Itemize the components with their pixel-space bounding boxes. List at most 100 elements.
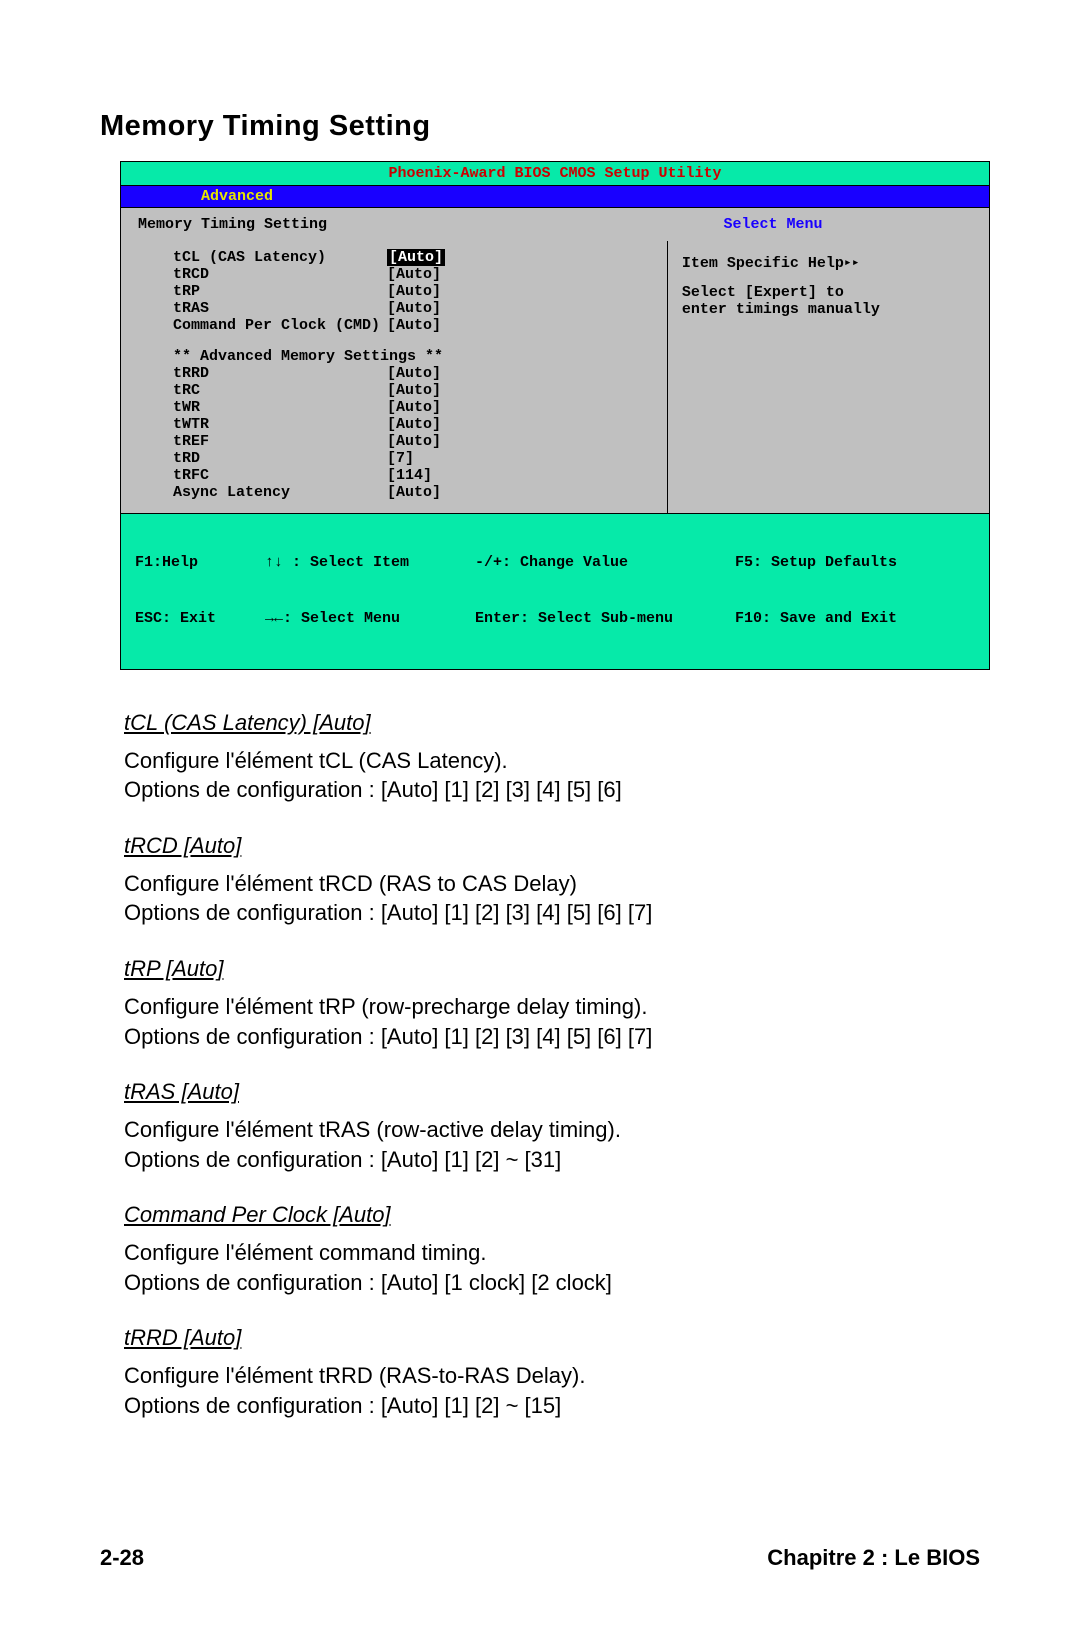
desc-line: Options de configuration : [Auto] [1] [2… xyxy=(124,898,956,928)
bios-settings-pane: tCL (CAS Latency) [Auto] tRCD [Auto] tRP… xyxy=(121,241,668,513)
setting-label: tRC xyxy=(137,382,387,399)
advanced-settings-header: ** Advanced Memory Settings ** xyxy=(137,348,657,365)
descriptions: tCL (CAS Latency) [Auto] Configure l'élé… xyxy=(100,708,980,1420)
desc-body: Configure l'élément command timing. Opti… xyxy=(124,1238,956,1297)
bios-subtitle: Memory Timing Setting xyxy=(137,216,667,233)
desc-body: Configure l'élément tRP (row-precharge d… xyxy=(124,992,956,1051)
desc-body: Configure l'élément tRCD (RAS to CAS Del… xyxy=(124,869,956,928)
desc-item: tRCD [Auto] Configure l'élément tRCD (RA… xyxy=(124,831,956,928)
setting-value[interactable]: [Auto] xyxy=(387,382,441,399)
desc-line: Options de configuration : [Auto] [1] [2… xyxy=(124,775,956,805)
footer-f1: F1:Help xyxy=(135,554,265,573)
setting-value[interactable]: [Auto] xyxy=(387,399,441,416)
desc-item: tRAS [Auto] Configure l'élément tRAS (ro… xyxy=(124,1077,956,1174)
desc-line: Options de configuration : [Auto] [1] [2… xyxy=(124,1145,956,1175)
footer-f5: F5: Setup Defaults xyxy=(735,554,975,573)
setting-value[interactable]: [Auto] xyxy=(387,317,441,334)
footer-select-menu: →←: Select Menu xyxy=(265,610,475,629)
desc-item: tRRD [Auto] Configure l'élément tRRD (RA… xyxy=(124,1323,956,1420)
setting-row[interactable]: tRFC [114] xyxy=(137,467,657,484)
bios-body: Memory Timing Setting Select Menu tCL (C… xyxy=(121,208,989,513)
page-footer: 2-28 Chapitre 2 : Le BIOS xyxy=(100,1545,980,1571)
footer-select-item: ↑↓ : Select Item xyxy=(265,554,475,573)
desc-item: Command Per Clock [Auto] Configure l'élé… xyxy=(124,1200,956,1297)
setting-value[interactable]: [Auto] xyxy=(387,433,441,450)
setting-row[interactable]: tRAS [Auto] xyxy=(137,300,657,317)
setting-label: tREF xyxy=(137,433,387,450)
desc-heading: tCL (CAS Latency) [Auto] xyxy=(124,708,956,738)
help-line-2: enter timings manually xyxy=(682,301,979,318)
setting-row[interactable]: tRP [Auto] xyxy=(137,283,657,300)
footer-enter: Enter: Select Sub-menu xyxy=(475,610,735,629)
bios-tabbar: Advanced xyxy=(121,186,989,208)
setting-row[interactable]: Command Per Clock (CMD) [Auto] xyxy=(137,317,657,334)
setting-label: tRP xyxy=(137,283,387,300)
footer-esc: ESC: Exit xyxy=(135,610,265,629)
page-number: 2-28 xyxy=(100,1545,144,1571)
setting-label: tCL (CAS Latency) xyxy=(137,249,387,266)
footer-f10: F10: Save and Exit xyxy=(735,610,975,629)
desc-heading: Command Per Clock [Auto] xyxy=(124,1200,956,1230)
setting-label: tWR xyxy=(137,399,387,416)
setting-value[interactable]: [Auto] xyxy=(387,365,441,382)
setting-value[interactable]: [Auto] xyxy=(387,266,441,283)
desc-line: Configure l'élément tRAS (row-active del… xyxy=(124,1115,956,1145)
setting-label: Command Per Clock (CMD) xyxy=(137,317,387,334)
desc-heading: tRAS [Auto] xyxy=(124,1077,956,1107)
setting-label: tRRD xyxy=(137,365,387,382)
setting-label: tWTR xyxy=(137,416,387,433)
desc-item: tRP [Auto] Configure l'élément tRP (row-… xyxy=(124,954,956,1051)
desc-line: Configure l'élément tRP (row-precharge d… xyxy=(124,992,956,1022)
desc-item: tCL (CAS Latency) [Auto] Configure l'élé… xyxy=(124,708,956,805)
desc-line: Configure l'élément tRCD (RAS to CAS Del… xyxy=(124,869,956,899)
setting-value[interactable]: [Auto] xyxy=(387,300,441,317)
chapter-label: Chapitre 2 : Le BIOS xyxy=(767,1545,980,1571)
page: Memory Timing Setting Phoenix-Award BIOS… xyxy=(0,0,1080,1627)
setting-label: tRCD xyxy=(137,266,387,283)
setting-value[interactable]: [Auto] xyxy=(387,249,445,266)
help-text: Select [Expert] to enter timings manuall… xyxy=(682,284,979,318)
desc-line: Options de configuration : [Auto] [1] [2… xyxy=(124,1022,956,1052)
setting-value[interactable]: [114] xyxy=(387,467,432,484)
desc-heading: tRCD [Auto] xyxy=(124,831,956,861)
bios-box: Phoenix-Award BIOS CMOS Setup Utility Ad… xyxy=(120,161,990,670)
desc-heading: tRP [Auto] xyxy=(124,954,956,984)
bios-header: Phoenix-Award BIOS CMOS Setup Utility xyxy=(121,162,989,186)
setting-value[interactable]: [7] xyxy=(387,450,414,467)
bios-footer: F1:Help ↑↓ : Select Item -/+: Change Val… xyxy=(121,513,989,669)
setting-label: tRAS xyxy=(137,300,387,317)
bios-help-pane: Item Specific Help▸▸ Select [Expert] to … xyxy=(668,241,989,513)
setting-row[interactable]: Async Latency [Auto] xyxy=(137,484,657,501)
bios-tab-advanced[interactable]: Advanced xyxy=(201,188,273,205)
setting-row[interactable]: tRCD [Auto] xyxy=(137,266,657,283)
setting-value[interactable]: [Auto] xyxy=(387,416,441,433)
help-title: Item Specific Help▸▸ xyxy=(682,255,979,272)
setting-row[interactable]: tRRD [Auto] xyxy=(137,365,657,382)
desc-line: Options de configuration : [Auto] [1] [2… xyxy=(124,1391,956,1421)
setting-row[interactable]: tREF [Auto] xyxy=(137,433,657,450)
right-arrows-icon: ▸▸ xyxy=(844,255,860,270)
footer-change-value: -/+: Change Value xyxy=(475,554,735,573)
desc-line: Configure l'élément tRRD (RAS-to-RAS Del… xyxy=(124,1361,956,1391)
bios-select-menu-label: Select Menu xyxy=(667,216,979,233)
desc-line: Options de configuration : [Auto] [1 clo… xyxy=(124,1268,956,1298)
help-title-text: Item Specific Help xyxy=(682,255,844,272)
setting-row[interactable]: tRC [Auto] xyxy=(137,382,657,399)
setting-row[interactable]: tWTR [Auto] xyxy=(137,416,657,433)
setting-row[interactable]: tWR [Auto] xyxy=(137,399,657,416)
desc-body: Configure l'élément tRRD (RAS-to-RAS Del… xyxy=(124,1361,956,1420)
setting-value[interactable]: [Auto] xyxy=(387,484,441,501)
setting-row[interactable]: tCL (CAS Latency) [Auto] xyxy=(137,249,657,266)
setting-value[interactable]: [Auto] xyxy=(387,283,441,300)
page-title: Memory Timing Setting xyxy=(100,110,980,143)
setting-label: tRFC xyxy=(137,467,387,484)
desc-line: Configure l'élément command timing. xyxy=(124,1238,956,1268)
desc-body: Configure l'élément tRAS (row-active del… xyxy=(124,1115,956,1174)
setting-label: tRD xyxy=(137,450,387,467)
desc-heading: tRRD [Auto] xyxy=(124,1323,956,1353)
desc-line: Configure l'élément tCL (CAS Latency). xyxy=(124,746,956,776)
setting-label: Async Latency xyxy=(137,484,387,501)
setting-row[interactable]: tRD [7] xyxy=(137,450,657,467)
help-line-1: Select [Expert] to xyxy=(682,284,979,301)
desc-body: Configure l'élément tCL (CAS Latency). O… xyxy=(124,746,956,805)
